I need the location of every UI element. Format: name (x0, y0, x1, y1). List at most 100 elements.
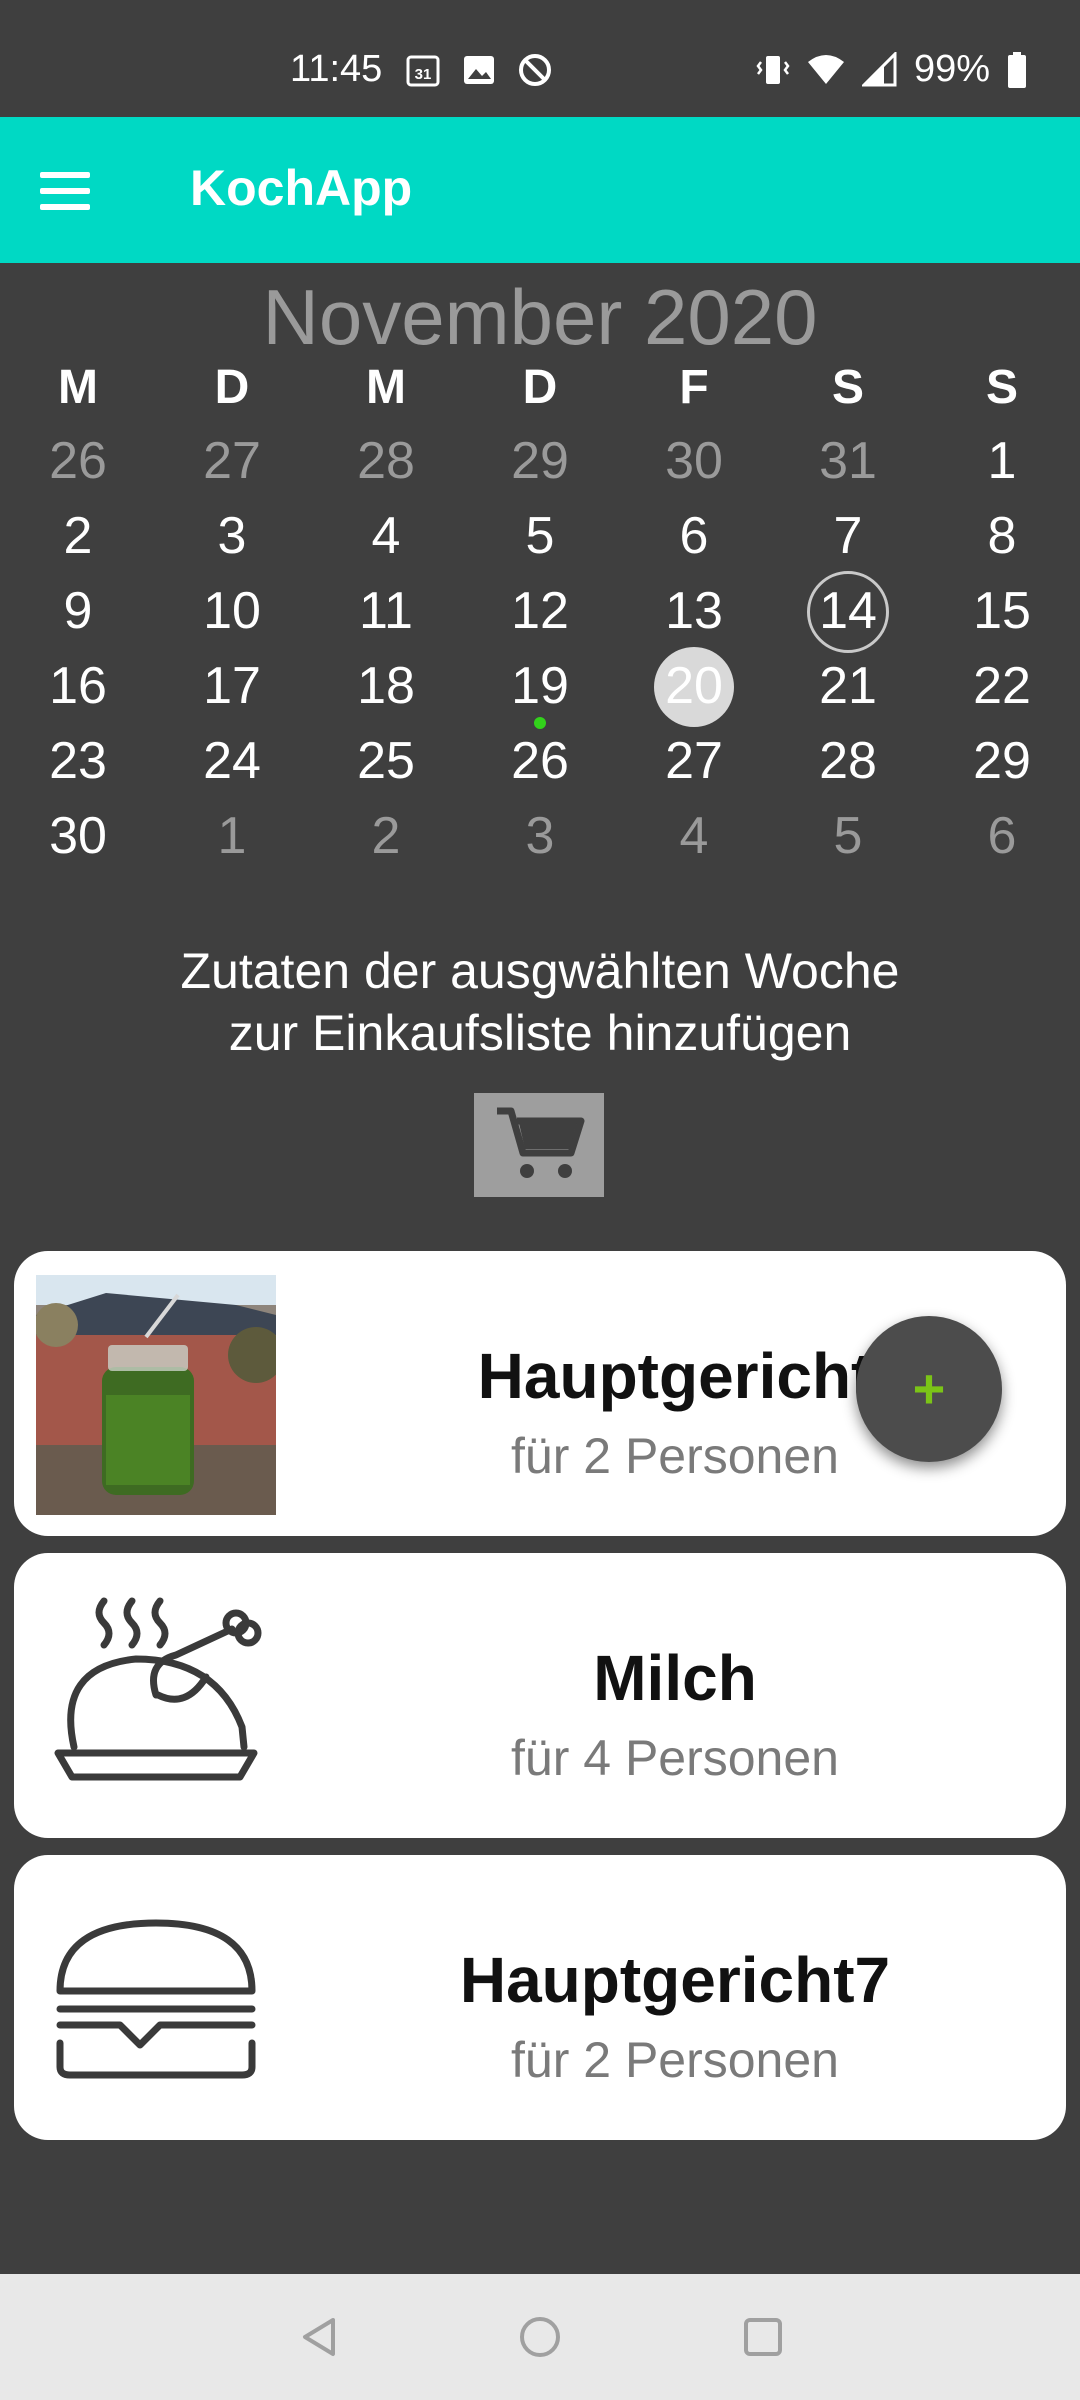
day-number: 9 (63, 582, 93, 640)
calendar-day[interactable]: 16 (1, 649, 155, 724)
back-icon[interactable] (295, 2312, 345, 2362)
day-number: 6 (679, 507, 709, 565)
meal-title: Milch (593, 1642, 757, 1714)
calendar-day[interactable]: 3 (463, 799, 617, 874)
calendar-day[interactable]: 13 (617, 574, 771, 649)
calendar-day[interactable]: 19 (463, 649, 617, 729)
calendar-month-title[interactable]: November 2020 (0, 272, 1080, 363)
calendar-day[interactable]: 18 (309, 649, 463, 724)
day-number: 1 (987, 432, 1017, 490)
day-number: 22 (973, 657, 1031, 715)
day-number: 19 (511, 657, 569, 715)
calendar-day[interactable]: 29 (463, 424, 617, 499)
day-number: 3 (217, 507, 247, 565)
calendar-day[interactable]: 17 (155, 649, 309, 724)
calendar-31-icon: 31 (406, 55, 440, 87)
meal-card[interactable]: Hauptgericht7 für 2 Personen (14, 1855, 1066, 2140)
meal-servings: für 2 Personen (511, 2032, 839, 2088)
day-number: 29 (511, 432, 569, 490)
shopping-cart-icon (497, 1107, 585, 1178)
status-bar: 11:45 31 99% (0, 0, 1080, 117)
calendar-day[interactable]: 15 (925, 574, 1079, 649)
calendar-day[interactable]: 12 (463, 574, 617, 649)
calendar-day[interactable]: 23 (1, 724, 155, 799)
day-number: 21 (819, 657, 877, 715)
calendar-day[interactable]: 28 (309, 424, 463, 499)
svg-text:31: 31 (415, 66, 432, 83)
weekday-label: F (679, 361, 709, 414)
add-meal-button[interactable]: + (856, 1316, 1002, 1462)
day-number: 28 (357, 432, 415, 490)
calendar-day[interactable]: 4 (309, 499, 463, 574)
calendar-day-selected[interactable]: 20 (617, 646, 771, 727)
image-icon (464, 56, 494, 84)
day-number: 26 (49, 432, 107, 490)
day-number: 29 (973, 732, 1031, 790)
calendar-day[interactable]: 5 (771, 799, 925, 874)
calendar-day[interactable]: 2 (309, 799, 463, 874)
system-nav-bar (0, 2274, 1080, 2400)
recents-icon[interactable] (738, 2312, 788, 2362)
day-number: 11 (359, 582, 413, 640)
burger-icon (56, 1919, 256, 2079)
calendar-day[interactable]: 26 (463, 724, 617, 799)
day-number: 26 (511, 732, 569, 790)
day-number: 2 (63, 507, 93, 565)
calendar-day[interactable]: 8 (925, 499, 1079, 574)
day-number: 3 (525, 807, 555, 865)
calendar-day[interactable]: 24 (155, 724, 309, 799)
day-number: 4 (371, 507, 401, 565)
day-number: 6 (987, 807, 1017, 865)
calendar-day[interactable]: 25 (309, 724, 463, 799)
calendar-day[interactable]: 3 (155, 499, 309, 574)
day-number: 8 (987, 507, 1017, 565)
calendar-day[interactable]: 1 (925, 424, 1079, 499)
home-icon[interactable] (515, 2312, 565, 2362)
calendar-day[interactable]: 30 (1, 799, 155, 874)
day-number: 7 (833, 507, 863, 565)
calendar-day[interactable]: 31 (771, 424, 925, 499)
day-number: 27 (665, 732, 723, 790)
calendar-day[interactable]: 5 (463, 499, 617, 574)
calendar-day-today[interactable]: 14 (771, 570, 925, 653)
calendar-day[interactable]: 29 (925, 724, 1079, 799)
calendar-day[interactable]: 27 (155, 424, 309, 499)
green-smoothie-photo (36, 1275, 276, 1515)
signal-icon (861, 51, 897, 86)
day-number: 2 (371, 807, 401, 865)
info-line-1: Zutaten der ausgwählten Woche (180, 943, 900, 999)
calendar-day[interactable]: 28 (771, 724, 925, 799)
calendar-day[interactable]: 26 (1, 424, 155, 499)
day-number: 5 (833, 807, 863, 865)
day-number: 15 (973, 582, 1031, 640)
day-number: 18 (357, 657, 415, 715)
weekday-label: S (985, 361, 1018, 414)
calendar-day[interactable]: 7 (771, 499, 925, 574)
meal-card[interactable]: Milch für 4 Personen (14, 1553, 1066, 1838)
calendar-day[interactable]: 30 (617, 424, 771, 499)
calendar-day[interactable]: 6 (925, 799, 1079, 874)
calendar-day[interactable]: 2 (1, 499, 155, 574)
vibrate-icon (756, 55, 790, 84)
calendar-day[interactable]: 22 (925, 649, 1079, 724)
weekday-label: M (366, 361, 406, 414)
calendar-day[interactable]: 4 (617, 799, 771, 874)
calendar-day[interactable]: 1 (155, 799, 309, 874)
calendar-day[interactable]: 11 (309, 574, 463, 649)
calendar-day[interactable]: 9 (1, 574, 155, 649)
calendar-day[interactable]: 6 (617, 499, 771, 574)
battery-percent: 99% (913, 48, 990, 90)
wifi-icon (807, 54, 844, 84)
calendar-day[interactable]: 10 (155, 574, 309, 649)
info-line-2: zur Einkaufsliste hinzufügen (228, 1005, 852, 1061)
day-number: 14 (819, 582, 877, 640)
day-number: 10 (203, 582, 261, 640)
calendar-day[interactable]: 21 (771, 649, 925, 724)
weekday-label: D (214, 361, 250, 414)
day-number: 1 (217, 807, 247, 865)
calendar-day[interactable]: 27 (617, 724, 771, 799)
menu-icon[interactable] (40, 159, 104, 223)
meal-servings: für 4 Personen (511, 1730, 839, 1786)
add-to-shopping-list-button[interactable] (474, 1093, 604, 1197)
day-number: 17 (203, 657, 261, 715)
